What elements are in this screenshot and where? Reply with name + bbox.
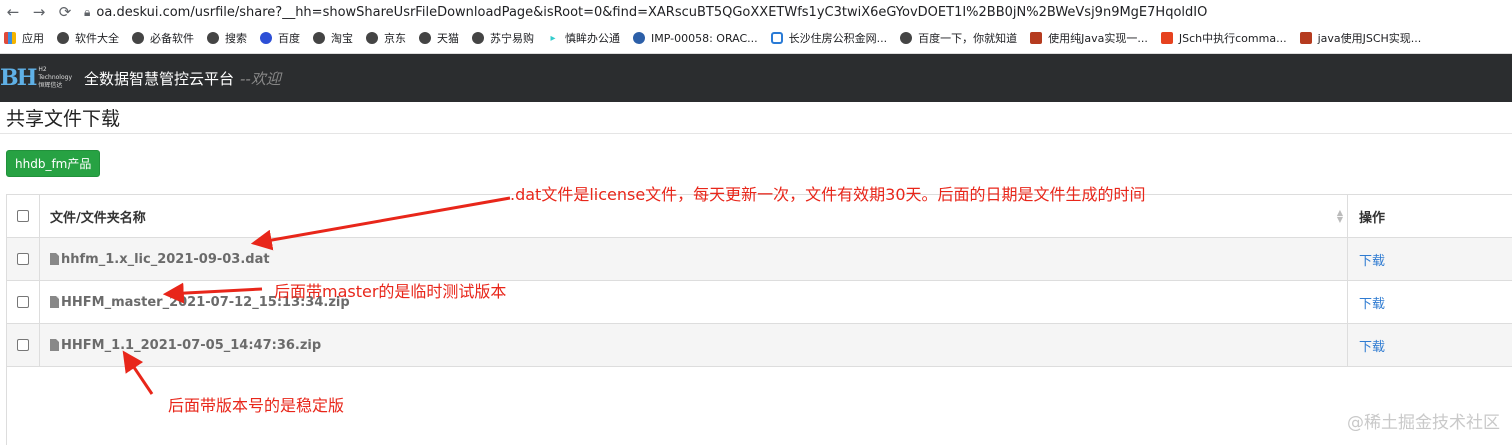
row-select-cell xyxy=(7,281,40,323)
globe-icon xyxy=(207,32,219,44)
action-cell: 下载 xyxy=(1348,238,1512,280)
file-icon xyxy=(50,339,59,351)
file-table: 文件/文件夹名称 ▲ ▼ 操作 hhfm_1.x_lic_2021-09-03.da… xyxy=(6,194,1512,367)
row-checkbox[interactable] xyxy=(17,339,29,351)
product-button[interactable]: hhdb_fm产品 xyxy=(6,150,101,177)
page-title: 共享文件下载 xyxy=(6,108,121,130)
bookmark-item[interactable]: 长沙住房公积金网... xyxy=(770,30,887,46)
bookmark-item[interactable]: 天猫 xyxy=(419,30,459,46)
blog-icon xyxy=(1030,32,1043,44)
annotation-master: 后面带master的是临时测试版本 xyxy=(274,282,507,301)
file-name-cell: hhfm_1.x_lic_2021-09-03.dat xyxy=(40,238,1348,280)
blog-icon xyxy=(1299,32,1312,44)
row-checkbox[interactable] xyxy=(17,253,29,265)
globe-icon xyxy=(900,32,913,44)
forward-icon[interactable]: → xyxy=(26,2,52,22)
arrow-icon: ▸ xyxy=(550,32,556,44)
globe-icon xyxy=(313,32,325,44)
app-title: 全数据智慧管控云平台 xyxy=(84,69,235,88)
bookmark-item[interactable]: 百度一下，你就知道 xyxy=(900,30,1017,46)
bookmark-item[interactable]: 百度 xyxy=(260,30,300,46)
bookmark-item[interactable]: JSch中执行comma... xyxy=(1160,30,1287,46)
url-field[interactable]: oa.deskui.com/usrfile/share?__hh=showSha… xyxy=(96,5,1207,20)
download-link[interactable]: 下载 xyxy=(1359,250,1385,269)
company-logo[interactable]: BH H2 Technology 恒辉信达 xyxy=(0,62,78,94)
back-icon[interactable]: ← xyxy=(0,2,26,22)
logo-text: H2 Technology 恒辉信达 xyxy=(38,66,72,89)
download-link[interactable]: 下载 xyxy=(1359,293,1385,312)
file-name-cell: HHFM_1.1_2021-07-05_14:47:36.zip xyxy=(40,324,1348,366)
bookmark-item[interactable]: 京东 xyxy=(366,30,406,46)
baidu-icon xyxy=(260,32,272,44)
annotation-license: .dat文件是license文件，每天更新一次，文件有效期30天。后面的日期是文… xyxy=(510,185,1146,204)
table-row: hhfm_1.x_lic_2021-09-03.dat 下载 xyxy=(7,238,1512,281)
row-select-cell xyxy=(7,324,40,366)
annotation-stable: 后面带版本号的是稳定版 xyxy=(168,396,345,415)
bookmark-icon xyxy=(633,32,645,44)
action-cell: 下载 xyxy=(1348,281,1512,323)
reload-icon[interactable]: ⟳ xyxy=(52,2,78,22)
op-column-header: 操作 xyxy=(1359,210,1386,226)
file-icon xyxy=(50,296,59,308)
bookmark-item[interactable]: 搜索 xyxy=(207,30,247,46)
bookmark-item[interactable]: 应用 xyxy=(4,30,44,46)
bookmark-item[interactable]: java使用JSCH实现... xyxy=(1299,30,1421,46)
app-header: BH H2 Technology 恒辉信达 全数据智慧管控云平台 --欢迎 xyxy=(0,54,1512,102)
address-row: ← → ⟳ 🔒︎ oa.deskui.com/usrfile/share?__h… xyxy=(0,0,1512,24)
select-all-cell xyxy=(7,195,40,237)
file-name[interactable]: hhfm_1.x_lic_2021-09-03.dat xyxy=(61,252,270,267)
browser-chrome: ← → ⟳ 🔒︎ oa.deskui.com/usrfile/share?__h… xyxy=(0,0,1512,54)
watermark: @稀土掘金技术社区 xyxy=(1347,413,1500,433)
apps-icon xyxy=(4,32,16,44)
row-select-cell xyxy=(7,238,40,280)
bookmark-item[interactable]: ▸ 慎眸办公通 xyxy=(547,30,620,46)
page-header: 共享文件下载 xyxy=(0,102,1512,134)
file-name-cell: HHFM_master_2021-07-12_15:13:34.zip xyxy=(40,281,1348,323)
lock-icon[interactable]: 🔒︎ xyxy=(84,5,90,20)
globe-icon xyxy=(419,32,431,44)
table-row: HHFM_master_2021-07-12_15:13:34.zip 下载 xyxy=(7,281,1512,324)
row-checkbox[interactable] xyxy=(17,296,29,308)
bookmark-item[interactable]: 软件大全 xyxy=(57,30,119,46)
file-icon xyxy=(50,253,59,265)
bookmark-item[interactable]: 淘宝 xyxy=(313,30,353,46)
bookmark-item[interactable]: 必备软件 xyxy=(132,30,194,46)
sort-icon[interactable]: ▲ ▼ xyxy=(1337,209,1343,224)
bookmark-item[interactable]: IMP-00058: ORAC... xyxy=(633,32,758,45)
select-all-checkbox[interactable] xyxy=(17,210,29,222)
logo-mark: BH xyxy=(0,65,37,91)
file-name[interactable]: HHFM_1.1_2021-07-05_14:47:36.zip xyxy=(61,338,321,353)
globe-icon xyxy=(132,32,144,44)
welcome-text: --欢迎 xyxy=(240,69,281,88)
bookmark-item[interactable]: 苏宁易购 xyxy=(472,30,534,46)
download-link[interactable]: 下载 xyxy=(1359,336,1385,355)
bookmarks-bar: 应用 软件大全 必备软件 搜索 百度 淘宝 京东 天猫 苏宁易购 ▸ 慎眸办公通 … xyxy=(0,24,1512,52)
action-cell: 下载 xyxy=(1348,324,1512,366)
globe-icon xyxy=(366,32,378,44)
table-row: HHFM_1.1_2021-07-05_14:47:36.zip 下载 xyxy=(7,324,1512,367)
housing-icon xyxy=(770,32,783,44)
globe-icon xyxy=(57,32,69,44)
globe-icon xyxy=(472,32,484,44)
csdn-icon xyxy=(1160,32,1173,44)
bookmark-item[interactable]: 使用纯Java实现一... xyxy=(1030,30,1148,46)
